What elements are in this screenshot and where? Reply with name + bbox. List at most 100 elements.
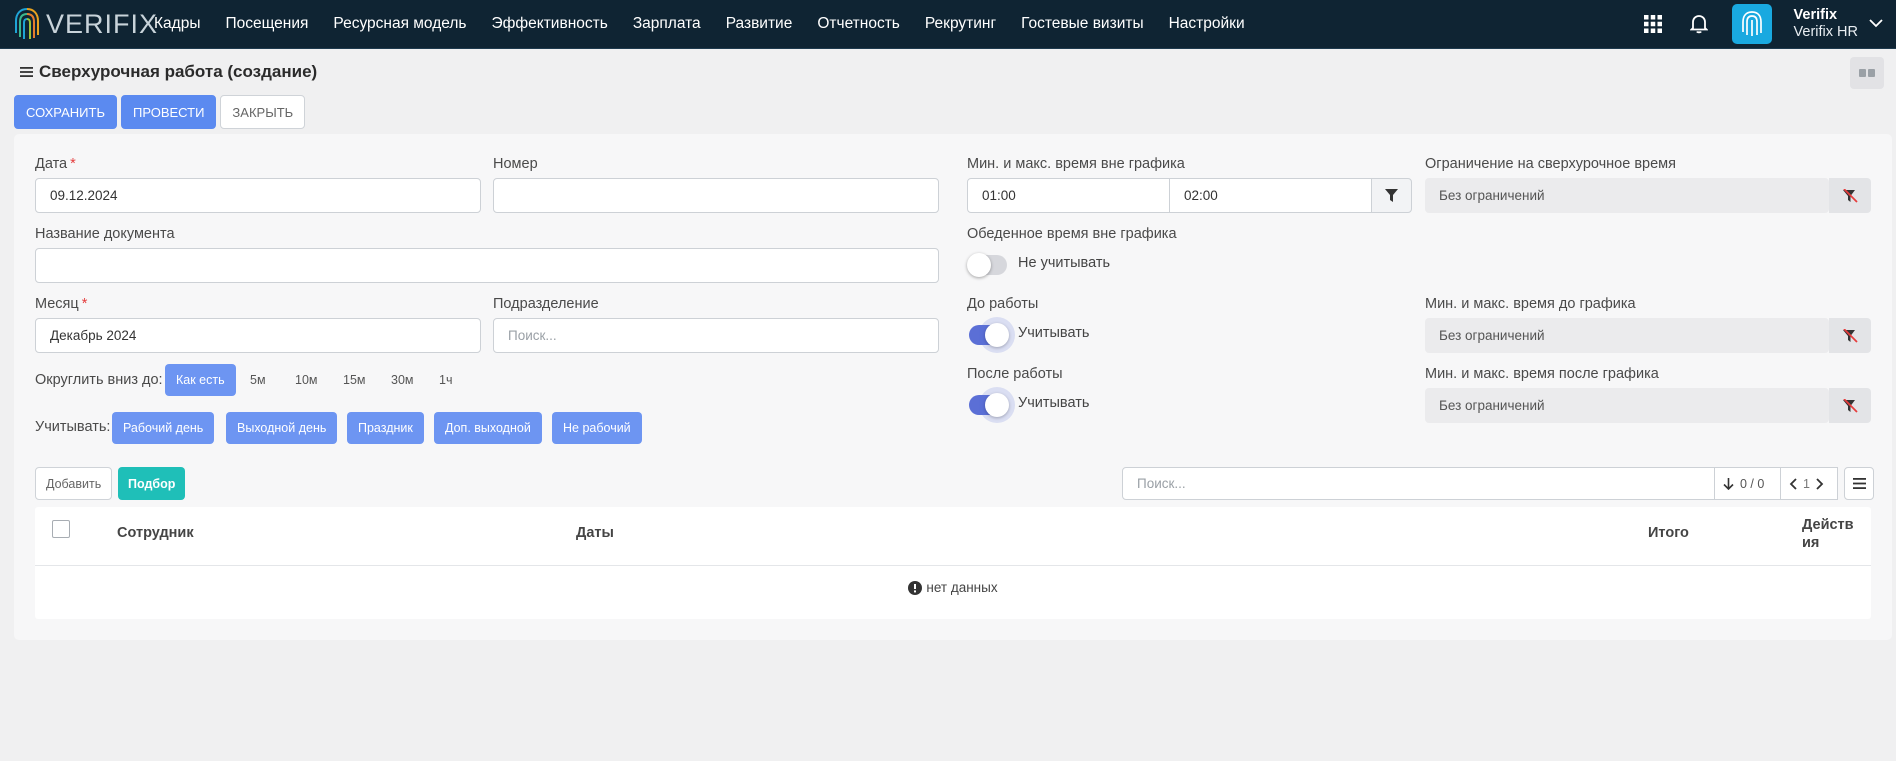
logo-text: VERIFIX: [46, 8, 159, 39]
nav-item-resource-model[interactable]: Ресурсная модель: [333, 15, 466, 33]
col-total[interactable]: Итого: [1648, 525, 1689, 541]
clear-filter-icon[interactable]: [1829, 178, 1871, 213]
pick-button[interactable]: Подбор: [118, 467, 186, 500]
before-limit-label: Мин. и макс. время до графика: [1425, 296, 1636, 312]
user-info[interactable]: Verifix Verifix HR: [1794, 7, 1858, 41]
nav-item-guest-visits[interactable]: Гостевые визиты: [1021, 15, 1143, 33]
nav-item-development[interactable]: Развитие: [726, 15, 793, 33]
logo[interactable]: VERIFIX: [14, 7, 158, 41]
page-number: 1: [1803, 476, 1810, 491]
round-down-label: Округлить вниз до:: [35, 372, 163, 388]
after-limit-field[interactable]: Без ограничений: [1425, 388, 1829, 423]
apps-grid-icon[interactable]: [1640, 11, 1666, 37]
overtime-limit-label: Ограничение на сверхурочное время: [1425, 156, 1676, 172]
lunch-toggle-label: Не учитывать: [1018, 255, 1111, 271]
round-option-as-is[interactable]: Как есть: [165, 364, 236, 396]
after-work-label: После работы: [967, 366, 1063, 382]
consider-extra-dayoff[interactable]: Доп. выходной: [434, 412, 542, 444]
division-label: Подразделение: [493, 296, 599, 312]
round-option-10m[interactable]: 10м: [284, 364, 329, 396]
month-label: Месяц *: [35, 296, 88, 312]
filter-icon[interactable]: [1371, 178, 1412, 213]
arrow-down-icon: [1723, 477, 1734, 490]
consider-workday[interactable]: Рабочий день: [112, 412, 215, 444]
no-data-text: нет данных: [926, 580, 998, 595]
month-field[interactable]: Декабрь 2024: [35, 318, 481, 353]
translate-icon[interactable]: [1850, 57, 1884, 89]
nav-item-salary[interactable]: Зарплата: [633, 15, 701, 33]
nav-item-kadry[interactable]: Кадры: [154, 15, 200, 33]
table-search-input[interactable]: Поиск...: [1122, 467, 1716, 500]
col-employee[interactable]: Сотрудник: [117, 525, 194, 541]
consider-nonworking[interactable]: Не рабочий: [552, 412, 642, 444]
clear-filter-icon[interactable]: [1829, 318, 1871, 353]
col-actions-line2: ия: [1802, 535, 1820, 551]
lunch-label: Обеденное время вне графика: [967, 226, 1177, 242]
user-name: Verifix: [1793, 7, 1838, 23]
employees-table: Сотрудник Даты Итого Действ ия нет данны…: [35, 507, 1871, 619]
col-dates[interactable]: Даты: [576, 525, 614, 541]
form-card: Дата * 09.12.2024 Номер Название документ…: [14, 134, 1892, 640]
fingerprint-logo-icon: [15, 8, 39, 39]
hamburger-menu-icon[interactable]: [20, 66, 33, 78]
consider-label: Учитывать:: [35, 419, 111, 435]
offschedule-min-field[interactable]: 01:00: [967, 178, 1171, 213]
no-data-message: нет данных: [35, 580, 1871, 595]
chevron-right-icon[interactable]: [1816, 477, 1824, 490]
after-work-toggle[interactable]: [969, 393, 1009, 417]
nav-item-settings[interactable]: Настройки: [1169, 15, 1245, 33]
avatar[interactable]: [1731, 4, 1772, 44]
fingerprint-avatar-icon: [1741, 11, 1762, 36]
col-actions: Действ ия: [1802, 516, 1854, 552]
list-settings-icon[interactable]: [1844, 467, 1874, 500]
nav-item-efficiency[interactable]: Эффективность: [491, 15, 607, 33]
chevron-down-icon[interactable]: [1869, 19, 1883, 28]
user-org: Verifix HR: [1793, 24, 1858, 40]
offschedule-max-field[interactable]: 02:00: [1169, 178, 1373, 213]
main-nav: Кадры Посещения Ресурсная модель Эффекти…: [154, 0, 1270, 48]
sort-count[interactable]: 0 / 0: [1714, 467, 1782, 500]
division-search-input[interactable]: Поиск...: [493, 318, 939, 353]
nav-item-visits[interactable]: Посещения: [225, 15, 308, 33]
round-option-15m[interactable]: 15м: [332, 364, 377, 396]
number-label: Номер: [493, 156, 538, 172]
select-all-checkbox[interactable]: [52, 520, 70, 538]
date-label: Дата *: [35, 156, 76, 172]
top-navbar: VERIFIX Кадры Посещения Ресурсная модель…: [0, 0, 1896, 49]
offschedule-label: Мин. и макс. время вне графика: [967, 156, 1185, 172]
after-work-toggle-label: Учитывать: [1018, 395, 1090, 411]
lunch-toggle[interactable]: [967, 253, 1007, 277]
before-work-label: До работы: [967, 296, 1039, 312]
number-field[interactable]: [493, 178, 939, 213]
round-option-30m[interactable]: 30м: [380, 364, 425, 396]
pagination: 1: [1780, 467, 1838, 500]
consider-dayoff[interactable]: Выходной день: [226, 412, 338, 444]
date-field[interactable]: 09.12.2024: [35, 178, 481, 213]
before-work-toggle[interactable]: [969, 323, 1009, 347]
exclamation-circle-icon: [908, 580, 923, 595]
col-actions-line1: Действ: [1802, 517, 1854, 533]
post-button[interactable]: ПРОВЕСТИ: [120, 95, 217, 129]
doc-name-field[interactable]: [35, 248, 939, 283]
divider: [35, 565, 1871, 566]
save-button[interactable]: СОХРАНИТЬ: [14, 95, 117, 129]
round-option-1h[interactable]: 1ч: [428, 364, 463, 396]
page-title-text: Сверхурочная работа (создание): [39, 62, 318, 81]
before-limit-field[interactable]: Без ограничений: [1425, 318, 1829, 353]
nav-item-reports[interactable]: Отчетность: [817, 15, 900, 33]
overtime-limit-field[interactable]: Без ограничений: [1425, 178, 1829, 213]
after-limit-label: Мин. и макс. время после графика: [1425, 366, 1659, 382]
action-buttons: СОХРАНИТЬ ПРОВЕСТИ ЗАКРЫТЬ: [14, 95, 309, 129]
nav-item-recruiting[interactable]: Рекрутинг: [925, 15, 996, 33]
bell-icon[interactable]: [1686, 11, 1712, 37]
round-option-5m[interactable]: 5м: [239, 364, 277, 396]
close-button[interactable]: ЗАКРЫТЬ: [220, 95, 306, 129]
doc-name-label: Название документа: [35, 226, 175, 242]
chevron-left-icon[interactable]: [1789, 477, 1797, 490]
consider-holiday[interactable]: Праздник: [347, 412, 424, 444]
record-count: 0 / 0: [1740, 476, 1765, 491]
page-title: Сверхурочная работа (создание): [20, 62, 317, 82]
add-button[interactable]: Добавить: [35, 467, 113, 500]
before-work-toggle-label: Учитывать: [1018, 325, 1090, 341]
clear-filter-icon[interactable]: [1829, 388, 1871, 423]
